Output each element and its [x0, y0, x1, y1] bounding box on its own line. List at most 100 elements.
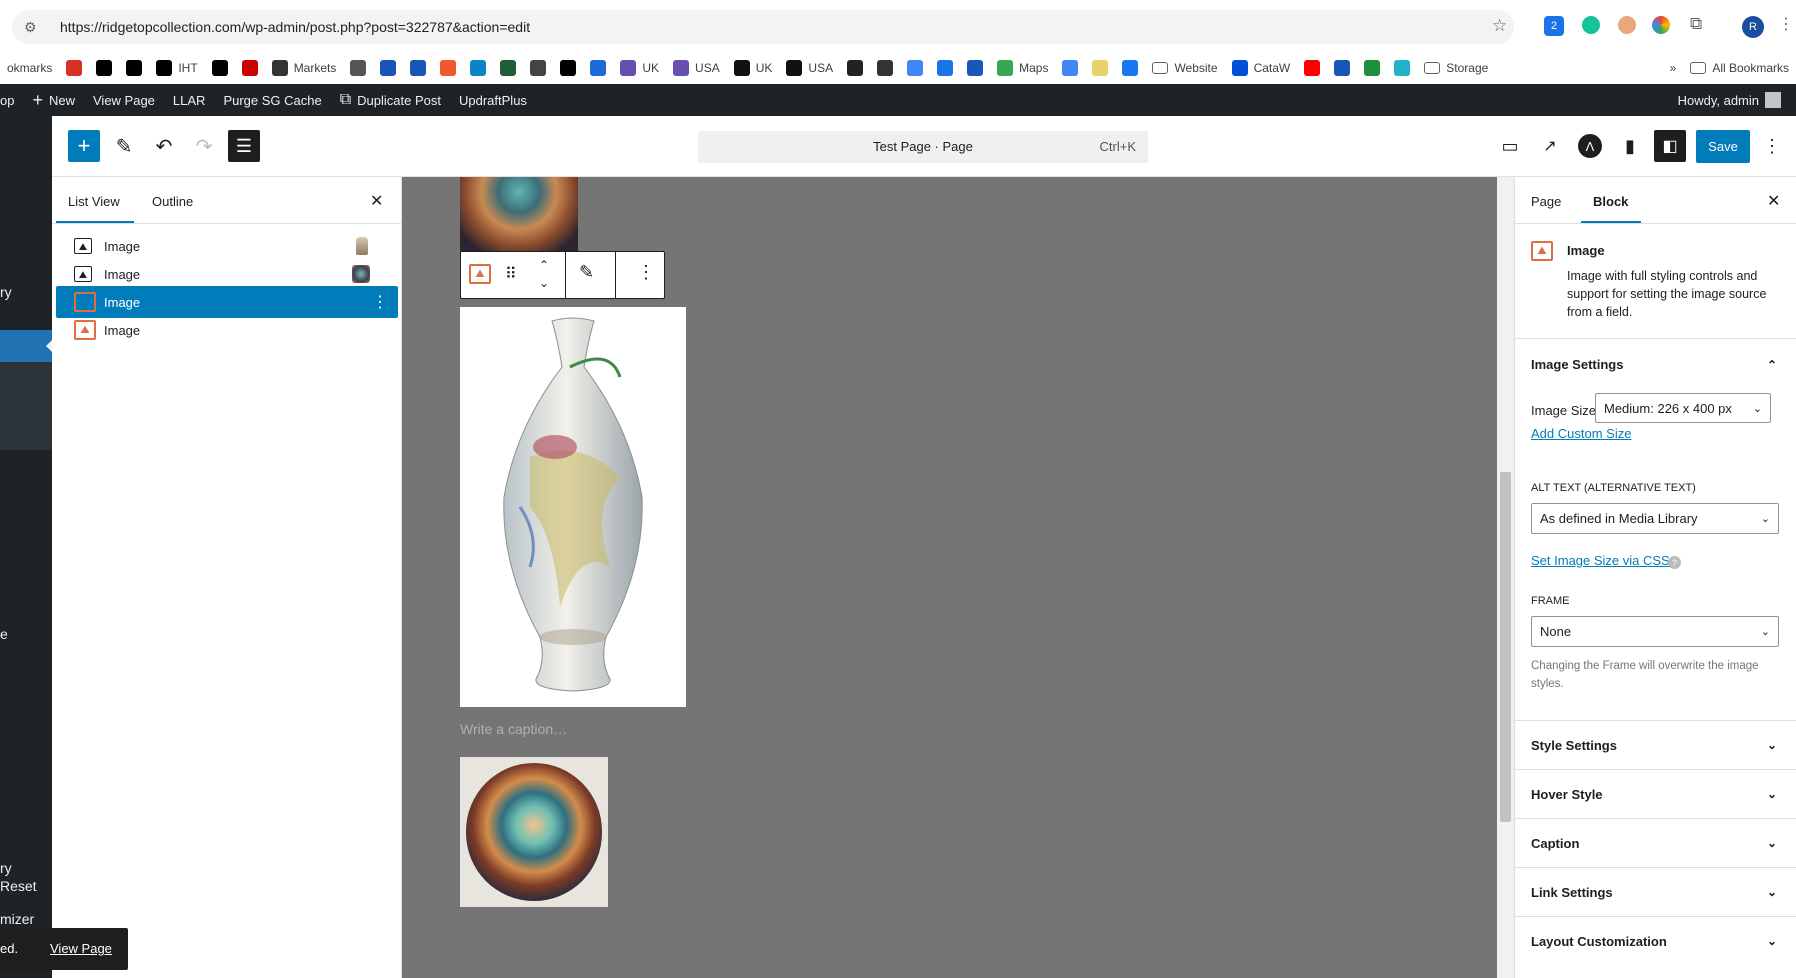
bookmark-item[interactable] — [205, 56, 235, 80]
bookmark-item[interactable] — [343, 56, 373, 80]
bookmark-item[interactable] — [433, 56, 463, 80]
help-icon[interactable]: ? — [1668, 556, 1681, 569]
bookmark-item[interactable]: IHT — [149, 56, 204, 80]
color-picker-icon[interactable] — [1652, 16, 1670, 34]
set-image-size-css-link[interactable]: Set Image Size via CSS — [1531, 553, 1670, 568]
profile-avatar-icon[interactable]: R — [1742, 16, 1764, 38]
bookmark-item[interactable] — [1357, 56, 1387, 80]
inserter-plus-button[interactable]: + — [68, 130, 100, 162]
adminbar-item-updraftplus[interactable]: UpdraftPlus — [450, 84, 536, 116]
tab-list-view[interactable]: List View — [68, 194, 120, 209]
bookmark-item[interactable] — [59, 56, 89, 80]
astra-icon[interactable]: Λ — [1574, 130, 1606, 162]
panel-image-settings[interactable]: Image Settings ⌃ — [1515, 338, 1796, 390]
bookmark-item[interactable]: CataW — [1225, 56, 1298, 80]
tab-page[interactable]: Page — [1531, 194, 1561, 209]
panel-style-settings[interactable]: Style Settings ⌄ — [1515, 720, 1796, 769]
bookmark-item[interactable] — [1387, 56, 1417, 80]
bookmark-item[interactable] — [900, 56, 930, 80]
list-item[interactable]: ⛰ Image — [56, 314, 398, 346]
list-item-options-icon[interactable]: ⋮ — [372, 292, 388, 312]
bookmark-item[interactable] — [870, 56, 900, 80]
adminbar-item-duplicate-post[interactable]: ⧉ Duplicate Post — [331, 84, 450, 116]
browser-menu-icon[interactable]: ⋮ — [1778, 14, 1794, 34]
undo-icon[interactable]: ↶ — [148, 130, 180, 162]
bookmark-item[interactable] — [930, 56, 960, 80]
bookmark-item[interactable] — [960, 56, 990, 80]
add-custom-size-link[interactable]: Add Custom Size — [1531, 426, 1631, 441]
adminbar-item-view-page[interactable]: View Page — [84, 84, 164, 116]
adminbar-item-new[interactable]: + New — [23, 84, 84, 116]
admin-menu-fragment[interactable]: ry — [0, 284, 12, 300]
panel-hover-style[interactable]: Hover Style ⌄ — [1515, 769, 1796, 818]
command-palette-bar[interactable]: Test Page · Page Ctrl+K — [698, 131, 1148, 163]
move-up-down-icon[interactable]: ⌃ ⌄ — [539, 256, 549, 292]
bookmark-item[interactable] — [493, 56, 523, 80]
bookmark-item[interactable]: Storage — [1417, 56, 1495, 80]
canvas-scrollbar[interactable] — [1497, 177, 1514, 978]
bookmark-item[interactable] — [89, 56, 119, 80]
image-size-select[interactable]: Medium: 226 x 400 px ⌄ — [1595, 393, 1771, 423]
bookmark-item[interactable]: okmarks — [0, 56, 59, 80]
bookmark-item[interactable] — [119, 56, 149, 80]
bookmark-star-icon[interactable]: ☆ — [1492, 16, 1507, 36]
preview-desktop-icon[interactable]: ▭ — [1494, 130, 1526, 162]
panel-layout-customization[interactable]: Layout Customization ⌄ — [1515, 916, 1796, 965]
edit-pencil-icon[interactable]: ✎ — [579, 262, 594, 283]
extensions-puzzle-icon[interactable]: ⧉ — [1690, 14, 1702, 34]
all-bookmarks-folder[interactable]: All Bookmarks — [1683, 56, 1796, 80]
bookmark-item[interactable] — [553, 56, 583, 80]
site-settings-icon[interactable]: ⚙ — [24, 19, 37, 36]
bookmark-item[interactable]: UK — [613, 56, 666, 80]
redo-icon[interactable]: ↷ — [188, 130, 220, 162]
drag-handle-icon[interactable]: ⠿ — [505, 264, 517, 284]
panel-link-settings[interactable]: Link Settings ⌄ — [1515, 867, 1796, 916]
settings-sidebar-icon[interactable]: ◧ — [1654, 130, 1686, 162]
bookmark-item[interactable]: Markets — [265, 56, 344, 80]
bookmark-item[interactable]: UK — [727, 56, 780, 80]
frame-select[interactable]: None ⌄ — [1531, 616, 1779, 647]
admin-menu-fragment[interactable]: mizer — [0, 911, 34, 927]
options-menu-icon[interactable]: ⋮ — [1756, 130, 1788, 162]
extension-icon[interactable] — [1618, 16, 1636, 34]
adminbar-howdy[interactable]: Howdy, admin — [1669, 84, 1790, 116]
adminbar-item-op[interactable]: op — [0, 84, 23, 116]
bookmark-item[interactable] — [1055, 56, 1085, 80]
bookmark-item[interactable] — [1297, 56, 1327, 80]
bookmark-item[interactable] — [235, 56, 265, 80]
bookmark-item[interactable]: USA — [779, 56, 840, 80]
admin-menu-fragment[interactable]: e — [0, 626, 8, 642]
bookmark-item[interactable]: USA — [666, 56, 727, 80]
admin-menu-fragment[interactable]: ry — [0, 860, 12, 876]
bookmark-item[interactable]: Website — [1145, 56, 1224, 80]
bookmark-item[interactable] — [463, 56, 493, 80]
bookmark-item[interactable] — [403, 56, 433, 80]
image-block-icon[interactable]: ⛰ — [469, 264, 491, 284]
bookmark-item[interactable]: Maps — [990, 56, 1055, 80]
url-text[interactable]: https://ridgetopcollection.com/wp-admin/… — [60, 19, 530, 35]
scrollbar-thumb[interactable] — [1500, 472, 1511, 822]
plate-image-top[interactable] — [460, 177, 578, 251]
panel-caption[interactable]: Caption ⌄ — [1515, 818, 1796, 867]
bookmark-item[interactable] — [1085, 56, 1115, 80]
admin-menu-active[interactable] — [0, 330, 52, 362]
alt-text-select[interactable]: As defined in Media Library ⌄ — [1531, 503, 1779, 534]
grammarly-icon[interactable] — [1582, 16, 1600, 34]
caption-placeholder[interactable]: Write a caption… — [460, 721, 567, 737]
view-page-external-icon[interactable]: ↗ — [1534, 130, 1566, 162]
admin-menu-fragment[interactable]: Reset — [0, 878, 37, 894]
document-overview-icon[interactable]: ☰ — [228, 130, 260, 162]
bookmark-item[interactable] — [1327, 56, 1357, 80]
tab-outline[interactable]: Outline — [152, 194, 193, 209]
bookmark-item[interactable] — [373, 56, 403, 80]
vase-image[interactable] — [460, 307, 686, 707]
bookmark-item[interactable] — [583, 56, 613, 80]
bookmark-item[interactable] — [1115, 56, 1145, 80]
more-bookmarks-chevron[interactable]: » — [1663, 56, 1684, 80]
close-icon[interactable]: ✕ — [1767, 191, 1780, 211]
adminbar-item-purge-cache[interactable]: Purge SG Cache — [214, 84, 330, 116]
extension-badge-icon[interactable]: 2 — [1544, 16, 1564, 36]
adminbar-item-llar[interactable]: LLAR — [164, 84, 215, 116]
bookmark-item[interactable] — [523, 56, 553, 80]
plate-image[interactable] — [460, 757, 608, 907]
